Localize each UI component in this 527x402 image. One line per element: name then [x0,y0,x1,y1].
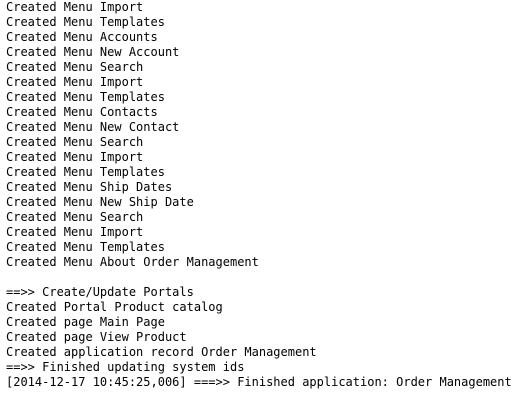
console-line: Created Menu Ship Dates [6,180,173,194]
console-line: Created Menu Import [6,150,144,164]
console-line: Created Menu Import [6,225,144,239]
console-line: Created Menu Import [6,0,144,14]
console-line: Created page Main Page [6,315,165,329]
console-line: Created Menu Contacts [6,105,158,119]
console-line: Created Menu Import [6,75,144,89]
console-line: Created Menu Search [6,135,144,149]
console-line: Created Menu New Contact [6,120,180,134]
console-line: Created Menu Templates [6,240,165,254]
console-line: Created Menu Search [6,60,144,74]
console-output: Created Menu Import Created Menu Templat… [6,0,525,390]
console-line: Created application record Order Managem… [6,345,317,359]
console-line: Created Menu Templates [6,165,165,179]
console-line: Created Menu New Ship Date [6,195,194,209]
console-line: Created Menu Templates [6,15,165,29]
console-line: Created Menu Templates [6,90,165,104]
console-line: Created Menu About Order Management [6,255,259,269]
console-line: Created Portal Product catalog [6,300,223,314]
console-line: Created Menu Search [6,210,144,224]
console-line: Created page View Product [6,330,187,344]
console-line: ==>> Finished updating system ids [6,360,245,374]
console-line: ==>> Create/Update Portals [6,285,194,299]
console-line: Created Menu Accounts [6,30,158,44]
console-line: [2014-12-17 10:45:25,006] ===>> Finished… [6,375,512,389]
console-line: Created Menu New Account [6,45,180,59]
